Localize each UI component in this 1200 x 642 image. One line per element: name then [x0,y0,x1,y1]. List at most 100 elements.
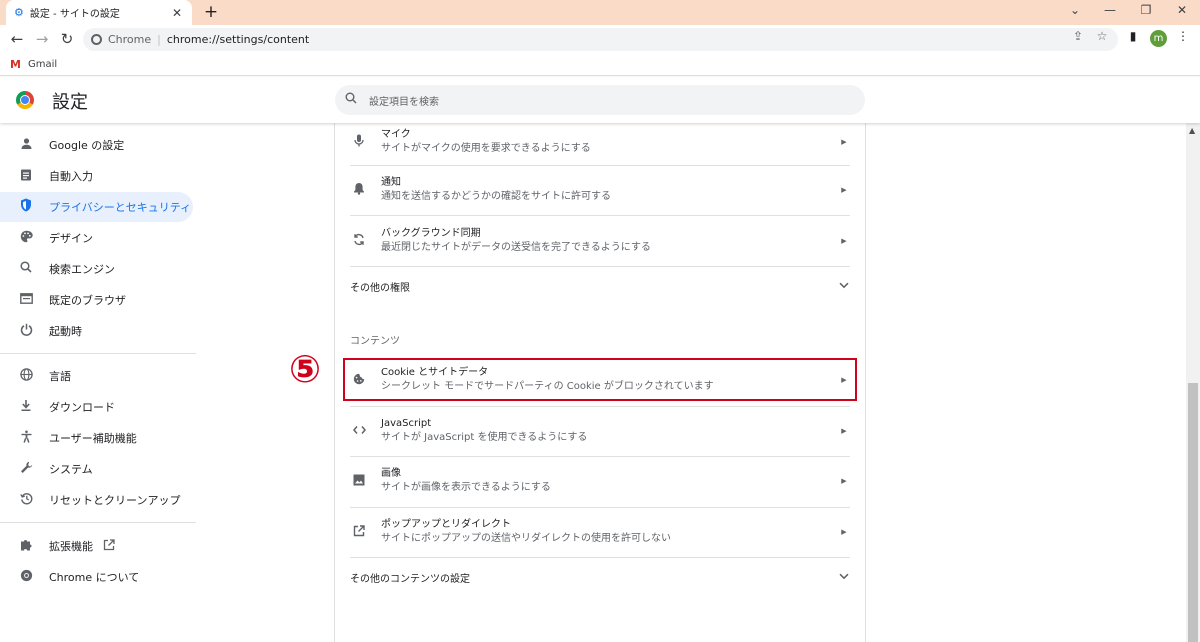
content-row-images[interactable]: 画像 サイトが画像を表示できるようにする ▶ [350,464,850,498]
sidebar-item-google[interactable]: Google の設定 [0,130,193,160]
arrow-right-icon: ▶ [841,477,847,485]
back-button[interactable]: ← [8,30,26,48]
sync-icon [351,233,367,249]
sidebar-item-accessibility[interactable]: ユーザー補助機能 [0,423,193,453]
restore-button[interactable]: ❐ [1136,3,1156,17]
arrow-right-icon: ▶ [841,186,847,194]
annotation-step-number: ⑤ [289,347,322,391]
gmail-icon: M [10,58,21,71]
sidebar-item-on-startup[interactable]: 起動時 [0,316,193,346]
sidebar-item-label: 自動入力 [49,170,93,183]
row-divider [350,215,850,216]
forward-button[interactable]: → [33,30,51,48]
sidebar-item-extensions[interactable]: 拡張機能 [0,531,193,561]
minimize-button[interactable]: — [1100,3,1120,17]
history-icon [18,492,34,509]
sidebar-item-search-engine[interactable]: 検索エンジン [0,254,193,284]
clipboard-icon [18,168,34,185]
row-subtitle: サイトにポップアップの送信やリダイレクトの使用を許可しない [381,533,671,544]
shield-icon [18,198,34,216]
sidebar-item-default-browser[interactable]: 既定のブラウザ [0,285,193,315]
row-subtitle: サイトが JavaScript を使用できるようにする [381,432,588,443]
row-divider [350,507,850,508]
sidebar-item-autofill[interactable]: 自動入力 [0,161,193,191]
close-window-button[interactable]: ✕ [1172,3,1192,17]
bookmark-star-icon[interactable]: ☆ [1094,29,1110,43]
tab-search-icon[interactable]: ⌄ [1065,3,1085,17]
settings-search-input[interactable]: 設定項目を検索 [335,85,865,115]
address-bar[interactable]: Chrome | chrome://settings/content [83,28,1118,51]
chevron-down-icon [838,572,850,583]
menu-icon[interactable]: ⋮ [1175,29,1191,43]
sidebar-item-reset[interactable]: リセットとクリーンアップ [0,485,193,515]
scroll-up-arrow-icon[interactable]: ▲ [1189,126,1195,135]
share-icon[interactable]: ⇪ [1070,29,1086,43]
bookmark-gmail[interactable]: M Gmail [10,58,57,71]
row-subtitle: 通知を送信するかどうかの確認をサイトに許可する [381,191,611,202]
content-section-heading: コンテンツ [350,336,400,347]
more-permissions-label: その他の権限 [350,282,410,294]
browser-icon [18,292,34,308]
bell-icon [351,182,367,198]
arrow-right-icon: ▶ [841,528,847,536]
gear-icon: ⚙ [14,6,24,19]
url-separator: | [157,33,161,46]
sidebar-item-downloads[interactable]: ダウンロード [0,392,193,422]
puzzle-icon [18,538,34,555]
sidebar-item-system[interactable]: システム [0,454,193,484]
microphone-icon [351,134,367,150]
row-title: 画像 [381,468,401,479]
sidebar-item-privacy[interactable]: プライバシーとセキュリティ [0,192,193,222]
url-text: chrome://settings/content [166,33,310,46]
sidebar-item-label: 既定のブラウザ [49,294,126,307]
url-origin: Chrome [108,33,152,46]
search-icon [345,92,357,108]
sidebar-item-label: Chrome について [49,571,140,584]
globe-icon [18,367,34,385]
content-row-javascript[interactable]: JavaScript サイトが JavaScript を使用できるようにする ▶ [350,414,850,448]
reload-button[interactable]: ↻ [58,30,76,48]
sidebar-item-label: ユーザー補助機能 [49,432,137,445]
permission-row-background-sync[interactable]: バックグラウンド同期 最近閉じたサイトがデータの送受信を完了できるようにする ▶ [350,224,850,258]
row-title: マイク [381,129,411,140]
code-icon [351,424,367,438]
side-panel-icon[interactable]: ▮ [1125,29,1141,43]
sidebar-item-languages[interactable]: 言語 [0,361,193,391]
more-permissions-toggle[interactable]: その他の権限 [350,275,850,297]
bookmarks-bar: M Gmail [0,54,1200,76]
sidebar-item-label: 起動時 [49,325,82,338]
row-divider [350,266,850,267]
sidebar-item-label: Google の設定 [49,139,125,152]
sidebar-item-about-chrome[interactable]: Chrome について [0,562,193,592]
chrome-site-icon [91,34,102,45]
open-in-new-icon [351,524,367,540]
row-title: 通知 [381,177,401,188]
power-icon [18,323,34,340]
more-content-settings-toggle[interactable]: その他のコンテンツの設定 [350,566,850,588]
profile-avatar[interactable]: m [1150,30,1167,47]
sidebar-divider [0,353,196,354]
image-icon [351,474,367,489]
tab-settings[interactable]: ⚙ 設定 - サイトの設定 ✕ [6,0,192,25]
arrow-right-icon: ▶ [841,427,847,435]
sidebar-item-label: 言語 [49,370,71,383]
scrollbar-thumb[interactable] [1188,383,1198,642]
row-title: JavaScript [381,418,432,429]
permission-row-microphone[interactable]: マイク サイトがマイクの使用を要求できるようにする ▶ [350,125,850,159]
sidebar-item-label: プライバシーとセキュリティ [49,201,192,214]
more-content-settings-label: その他のコンテンツの設定 [350,573,470,585]
sidebar-item-appearance[interactable]: デザイン [0,223,193,253]
annotation-highlight-box [343,358,857,401]
tab-strip: ⚙ 設定 - サイトの設定 ✕ + ⌄ — ❐ ✕ [0,0,1200,25]
search-icon [18,261,34,277]
tab-close-icon[interactable]: ✕ [170,6,184,20]
sidebar-item-label: システム [49,463,93,476]
row-subtitle: サイトが画像を表示できるようにする [381,482,551,493]
sidebar-item-label: 拡張機能 [49,540,93,553]
accessibility-icon [18,430,34,447]
permission-row-notifications[interactable]: 通知 通知を送信するかどうかの確認をサイトに許可する ▶ [350,173,850,207]
chevron-down-icon [838,281,850,292]
tab-title: 設定 - サイトの設定 [29,9,120,20]
content-row-popups[interactable]: ポップアップとリダイレクト サイトにポップアップの送信やリダイレクトの使用を許可… [350,515,850,549]
new-tab-button[interactable]: + [202,2,220,22]
